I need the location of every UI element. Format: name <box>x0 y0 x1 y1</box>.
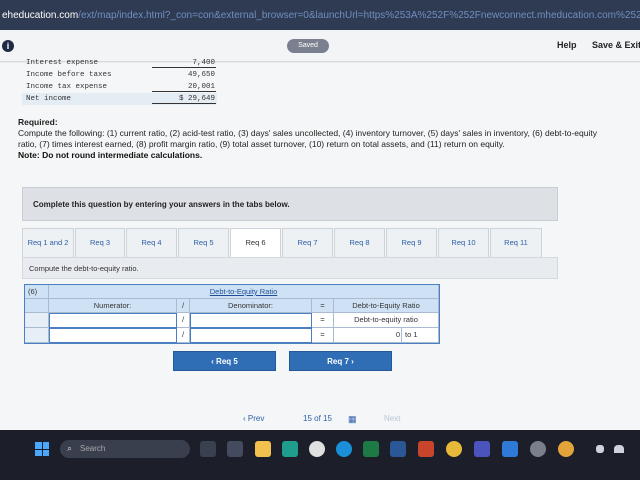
row-marker <box>25 313 49 328</box>
required-title: Required: <box>18 117 58 127</box>
numerator-value-input[interactable] <box>49 328 177 343</box>
income-row-amount: 7,400 <box>192 59 215 67</box>
tab-req-8[interactable]: Req 8 <box>334 228 385 258</box>
requirement-subtitle: Compute the debt-to-equity ratio. <box>29 264 139 273</box>
total-rule <box>152 91 216 92</box>
income-row-label: Income before taxes <box>26 71 112 79</box>
taskbar-search[interactable]: ⌕ Search <box>60 440 190 458</box>
question-content: Interest expense 7,400 Income before tax… <box>0 59 640 430</box>
income-row-net: Net income $ 29,649 <box>22 93 217 105</box>
required-section: Required: Compute the following: (1) cur… <box>18 117 618 161</box>
edge-icon[interactable] <box>336 441 352 457</box>
denominator-value-input[interactable] <box>190 328 312 343</box>
income-row-amount: 20,001 <box>187 83 215 91</box>
info-icon[interactable]: i <box>2 40 14 52</box>
total-rule <box>152 103 216 104</box>
income-row: Income before taxes 49,650 <box>22 69 217 81</box>
income-row: Income tax expense 20,001 <box>22 81 217 93</box>
required-body: Compute the following: (1) current ratio… <box>18 128 597 149</box>
tab-req-1-and-2[interactable]: Req 1 and 2 <box>22 228 74 258</box>
denominator-input[interactable] <box>190 313 312 328</box>
calendar-icon[interactable] <box>502 441 518 457</box>
tab-req-10[interactable]: Req 10 <box>438 228 489 258</box>
browser-url-bar[interactable]: eheducation.com/ext/map/index.html?_con=… <box>0 0 640 30</box>
saved-status-badge: Saved <box>287 39 329 53</box>
income-row-label: Interest expense <box>26 59 99 67</box>
chevron-up-icon[interactable] <box>596 445 604 453</box>
chrome-profile-icon[interactable] <box>558 441 574 457</box>
tab-req-7[interactable]: Req 7 <box>282 228 333 258</box>
powerpoint-icon[interactable] <box>418 441 434 457</box>
slash-symbol: / <box>177 328 190 343</box>
requirement-subtitle-bar: Compute the debt-to-equity ratio. <box>22 257 558 279</box>
income-row-amount: $ 29,649 <box>178 95 215 103</box>
slash-symbol: / <box>177 313 190 328</box>
save-exit-button[interactable]: Save & Exit <box>592 40 640 50</box>
grid-icon[interactable]: ▦ <box>348 414 357 425</box>
numerator-header: Numerator: <box>49 299 177 313</box>
row-marker <box>25 328 49 343</box>
teams-icon[interactable] <box>474 441 490 457</box>
taskbar: ⌕ Search <box>0 430 640 480</box>
income-row-label: Income tax expense <box>26 83 108 91</box>
header-spacer <box>25 299 49 313</box>
search-icon: ⌕ <box>67 443 73 453</box>
total-rule <box>152 67 216 68</box>
help-button[interactable]: Help <box>557 40 577 50</box>
prev-question-link[interactable]: ‹ Prev <box>243 414 264 423</box>
taskbar-search-placeholder: Search <box>80 444 106 453</box>
excel-icon[interactable] <box>363 441 379 457</box>
word-icon[interactable] <box>390 441 406 457</box>
browser-icon[interactable] <box>309 441 325 457</box>
widgets-icon[interactable] <box>227 441 243 457</box>
tab-req-3[interactable]: Req 3 <box>75 228 125 258</box>
file-explorer-icon[interactable] <box>255 441 271 457</box>
url-path: /ext/map/index.html?_con=con&external_br… <box>78 10 640 21</box>
task-view-icon[interactable] <box>200 441 216 457</box>
result-suffix: to 1 <box>401 328 439 343</box>
tab-req-11[interactable]: Req 11 <box>490 228 542 258</box>
prev-req-button[interactable]: ‹ Req 5 <box>173 351 276 371</box>
tab-req-5[interactable]: Req 5 <box>178 228 229 258</box>
table-title: Debt-to-Equity Ratio <box>49 285 439 299</box>
equals-symbol: = <box>312 313 334 328</box>
chrome-icon[interactable] <box>446 441 462 457</box>
tab-req-6[interactable]: Req 6 <box>230 228 281 258</box>
result-header: Debt-to-Equity Ratio <box>334 299 439 313</box>
slash-header: / <box>177 299 190 313</box>
row-number: (6) <box>25 285 49 299</box>
question-count: 15 of 15 <box>303 414 332 423</box>
question-pager: ‹ Prev 15 of 15 ▦ Next <box>0 412 640 430</box>
result-label: Debt-to-equity ratio <box>334 313 439 328</box>
equals-header: = <box>312 299 334 313</box>
wifi-icon[interactable] <box>614 445 624 453</box>
app-icon[interactable] <box>282 441 298 457</box>
income-row: Interest expense 7,400 <box>22 57 217 69</box>
denominator-header: Denominator: <box>190 299 312 313</box>
windows-start-icon[interactable] <box>35 442 49 456</box>
debt-to-equity-table: (6) Debt-to-Equity Ratio Numerator: / De… <box>24 284 440 344</box>
next-req-button[interactable]: Req 7 › <box>289 351 392 371</box>
url-host: eheducation.com <box>2 10 79 21</box>
tab-req-9[interactable]: Req 9 <box>386 228 437 258</box>
income-row-label: Net income <box>26 95 72 103</box>
next-question-link[interactable]: Next <box>384 414 400 423</box>
instruction-box: Complete this question by entering your … <box>22 187 558 221</box>
tab-req-4[interactable]: Req 4 <box>126 228 177 258</box>
numerator-input[interactable] <box>49 313 177 328</box>
equals-symbol: = <box>312 328 334 343</box>
instruction-text: Complete this question by entering your … <box>33 200 290 209</box>
required-note: Note: Do not round intermediate calculat… <box>18 150 203 160</box>
income-row-amount: 49,650 <box>187 71 215 79</box>
settings-icon[interactable] <box>530 441 546 457</box>
